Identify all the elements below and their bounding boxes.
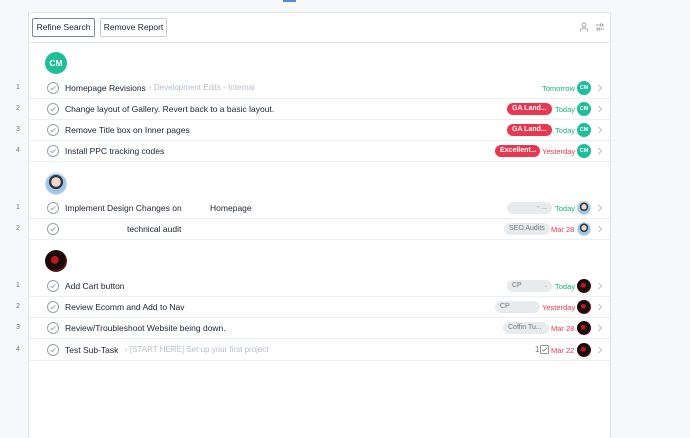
subtask-icon — [540, 345, 549, 356]
assignee-avatar[interactable]: CM — [577, 81, 591, 95]
project-tag[interactable]: CP . — [507, 280, 552, 292]
check-circle-icon[interactable] — [47, 103, 59, 115]
task-row[interactable]: 3 Review/Troubleshoot Website being down… — [16, 318, 612, 339]
task-row[interactable]: 4 Test Sub-Task ‹ [START HERE] Set up yo… — [16, 340, 612, 361]
check-circle-icon[interactable] — [47, 223, 59, 235]
project-breadcrumb[interactable]: ‹ [START HERE] Set up your first project — [125, 345, 269, 354]
task-name[interactable]: Review Ecomm and Add to Nav — [65, 302, 185, 312]
check-circle-icon[interactable] — [47, 202, 59, 214]
assignee-avatar[interactable] — [577, 279, 591, 293]
task-name[interactable]: technical audit — [127, 224, 181, 234]
task-name[interactable]: Install PPC tracking codes — [65, 146, 164, 156]
assignee-avatar[interactable] — [577, 343, 591, 357]
assignee-avatar[interactable]: CM — [577, 144, 591, 158]
row-number: 4 — [16, 147, 20, 154]
check-circle-icon[interactable] — [47, 344, 59, 356]
project-tag[interactable]: - ... — [507, 202, 552, 214]
group-avatar-photo[interactable] — [45, 173, 67, 195]
sliders-icon[interactable] — [595, 22, 605, 32]
row-number: 1 — [16, 282, 20, 289]
chevron-right-icon[interactable] — [596, 125, 604, 135]
due-date[interactable]: Today — [555, 126, 575, 135]
assignee-avatar[interactable] — [577, 222, 591, 236]
assignee-avatar[interactable] — [577, 201, 591, 215]
refine-search-button[interactable]: Refine Search — [32, 18, 95, 37]
group-avatar-cm[interactable]: CM — [45, 52, 67, 74]
row-number: 2 — [16, 303, 20, 310]
task-name[interactable]: Homepage Revisions — [65, 83, 146, 93]
chevron-right-icon[interactable] — [596, 203, 604, 213]
task-row[interactable]: 2 Change layout of Gallery. Revert back … — [16, 99, 612, 120]
chevron-right-icon[interactable] — [596, 345, 604, 355]
project-tag[interactable]: Excellent... — [495, 145, 540, 157]
check-circle-icon[interactable] — [47, 322, 59, 334]
due-date[interactable]: Today — [555, 282, 575, 291]
check-circle-icon[interactable] — [47, 124, 59, 136]
top-tab-indicator — [283, 0, 296, 2]
task-row[interactable]: 2 Review Ecomm and Add to Nav CP Yesterd… — [16, 297, 612, 318]
due-date[interactable]: Mar 28 — [551, 225, 574, 234]
task-row[interactable]: 2 technical audit SEO Audits Mar 28 — [16, 219, 612, 240]
person-icon[interactable] — [579, 22, 589, 32]
project-tag[interactable]: Coffin Tu... — [503, 322, 549, 334]
task-name[interactable]: Change layout of Gallery. Revert back to… — [65, 104, 274, 114]
due-date[interactable]: Today — [555, 204, 575, 213]
row-number: 1 — [16, 204, 20, 211]
row-number: 2 — [16, 225, 20, 232]
check-circle-icon[interactable] — [47, 145, 59, 157]
chevron-right-icon[interactable] — [596, 146, 604, 156]
chevron-right-icon[interactable] — [596, 224, 604, 234]
task-row[interactable]: 1 Homepage Revisions ‹ Development Edits… — [16, 78, 612, 99]
chevron-right-icon[interactable] — [596, 83, 604, 93]
remove-report-button[interactable]: Remove Report — [100, 18, 167, 37]
project-tag[interactable]: CP — [495, 301, 540, 313]
task-name[interactable]: Remove Title box on Inner pages — [65, 125, 190, 135]
subtask-count: 1 — [535, 345, 540, 354]
due-date[interactable]: Yesterday — [542, 303, 575, 312]
due-date[interactable]: Mar 22 — [551, 346, 574, 355]
task-name[interactable]: Test Sub-Task — [65, 345, 118, 355]
row-number: 4 — [16, 346, 20, 353]
check-circle-icon[interactable] — [47, 280, 59, 292]
project-tag[interactable]: GA Land... — [507, 103, 552, 115]
report-toolbar: Refine Search Remove Report — [29, 13, 610, 43]
project-tag[interactable]: SEO Audits — [504, 223, 550, 235]
task-name[interactable]: Review/Troubleshoot Website being down. — [65, 323, 226, 333]
chevron-right-icon[interactable] — [596, 323, 604, 333]
row-number: 1 — [16, 84, 20, 91]
assignee-avatar[interactable] — [577, 300, 591, 314]
task-row[interactable]: 1 Add Cart button CP . Today — [16, 276, 612, 297]
chevron-right-icon[interactable] — [596, 302, 604, 312]
group-avatar-photo[interactable] — [45, 250, 67, 272]
task-name[interactable]: Add Cart button — [65, 281, 125, 291]
task-name[interactable]: Implement Design Changes on Homepage — [65, 203, 252, 213]
project-breadcrumb[interactable]: ‹ Development Edits - Internal — [149, 83, 255, 92]
check-circle-icon[interactable] — [47, 301, 59, 313]
project-tag[interactable]: GA Land... — [507, 124, 552, 136]
due-date[interactable]: Yesterday — [542, 147, 575, 156]
due-date[interactable]: Mar 28 — [551, 324, 574, 333]
task-row[interactable]: 3 Remove Title box on Inner pages GA Lan… — [16, 120, 612, 141]
due-date[interactable]: Tomorrow — [542, 84, 575, 93]
check-circle-icon[interactable] — [47, 82, 59, 94]
assignee-avatar[interactable]: CM — [577, 102, 591, 116]
row-number: 2 — [16, 105, 20, 112]
task-row[interactable]: 4 Install PPC tracking codes Excellent..… — [16, 141, 612, 162]
report-panel: Refine Search Remove Report CM 1 Homepag… — [16, 12, 612, 438]
row-number: 3 — [16, 324, 20, 331]
due-date[interactable]: Today — [555, 105, 575, 114]
assignee-avatar[interactable] — [577, 321, 591, 335]
assignee-avatar[interactable]: CM — [577, 123, 591, 137]
row-number: 3 — [16, 126, 20, 133]
chevron-right-icon[interactable] — [596, 281, 604, 291]
chevron-right-icon[interactable] — [596, 104, 604, 114]
task-row[interactable]: 1 Implement Design Changes on Homepage -… — [16, 198, 612, 219]
